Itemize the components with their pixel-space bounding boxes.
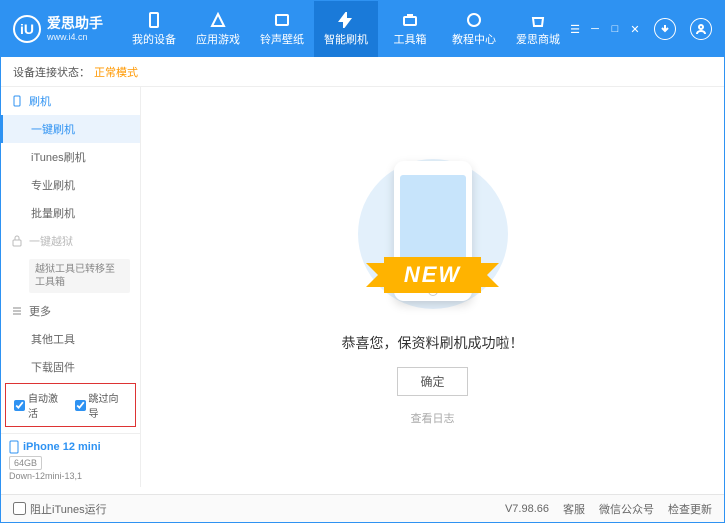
maximize-icon[interactable]: □ [610,24,620,34]
minimize-icon[interactable]: ─ [590,24,600,34]
block-itunes-checkbox[interactable]: 阻止iTunes运行 [13,501,107,517]
user-icon[interactable] [690,18,712,40]
view-log-link[interactable]: 查看日志 [411,410,455,426]
sidebar-item-other-tools[interactable]: 其他工具 [1,325,140,353]
version-label: V7.98.66 [505,503,549,515]
sidebar-group-jailbreak: 一键越狱 [1,227,140,255]
check-update-link[interactable]: 检查更新 [668,501,712,517]
device-sub: Down-12mini-13,1 [9,471,132,481]
sidebar-item-oneclick-flash[interactable]: 一键刷机 [1,115,140,143]
sidebar-item-batch-flash[interactable]: 批量刷机 [1,199,140,227]
sidebar-group-more[interactable]: 更多 [1,297,140,325]
checkbox-skip-setup[interactable]: 跳过向导 [75,390,128,420]
status-label: 设备连接状态： [13,64,90,80]
sidebar: 刷机 一键刷机 iTunes刷机 专业刷机 批量刷机 一键越狱 越狱工具已转移至… [1,87,141,487]
menu-icon[interactable]: ☰ [570,24,580,34]
nav-my-device[interactable]: 我的设备 [122,1,186,57]
app-header: iU 爱思助手 www.i4.cn 我的设备 应用游戏 铃声壁纸 智能刷机 工具… [1,1,724,57]
sidebar-item-download-firmware[interactable]: 下载固件 [1,353,140,377]
download-icon[interactable] [654,18,676,40]
window-controls: ☰ ─ □ ✕ [570,18,724,40]
checkbox-auto-activate[interactable]: 自动激活 [14,390,67,420]
device-name: iPhone 12 mini [9,440,132,454]
success-message: 恭喜您，保资料刷机成功啦！ [342,333,524,353]
nav-ringtones[interactable]: 铃声壁纸 [250,1,314,57]
new-ribbon: NEW [384,257,481,293]
nav-flash[interactable]: 智能刷机 [314,1,378,57]
logo-icon: iU [13,15,41,43]
jailbreak-note: 越狱工具已转移至工具箱 [29,259,130,293]
device-storage: 64GB [9,456,42,470]
customer-service-link[interactable]: 客服 [563,501,585,517]
main-nav: 我的设备 应用游戏 铃声壁纸 智能刷机 工具箱 教程中心 爱思商城 [122,1,570,57]
success-illustration: NEW [348,149,518,319]
brand-url: www.i4.cn [47,32,103,42]
brand-name: 爱思助手 [47,16,103,31]
nav-tutorials[interactable]: 教程中心 [442,1,506,57]
sidebar-item-itunes-flash[interactable]: iTunes刷机 [1,143,140,171]
nav-toolbox[interactable]: 工具箱 [378,1,442,57]
checkbox-highlight-box: 自动激活 跳过向导 [5,383,136,427]
ok-button[interactable]: 确定 [397,367,467,396]
wechat-link[interactable]: 微信公众号 [599,501,654,517]
brand: iU 爱思助手 www.i4.cn [13,15,122,43]
device-panel[interactable]: iPhone 12 mini 64GB Down-12mini-13,1 [1,433,140,487]
status-bar: 设备连接状态： 正常模式 [1,57,724,87]
status-value: 正常模式 [94,64,138,80]
close-icon[interactable]: ✕ [630,24,640,34]
sidebar-group-flash[interactable]: 刷机 [1,87,140,115]
sidebar-item-pro-flash[interactable]: 专业刷机 [1,171,140,199]
footer: 阻止iTunes运行 V7.98.66 客服 微信公众号 检查更新 [1,494,724,522]
main-content: NEW 恭喜您，保资料刷机成功啦！ 确定 查看日志 [141,87,724,487]
nav-store[interactable]: 爱思商城 [506,1,570,57]
nav-apps[interactable]: 应用游戏 [186,1,250,57]
